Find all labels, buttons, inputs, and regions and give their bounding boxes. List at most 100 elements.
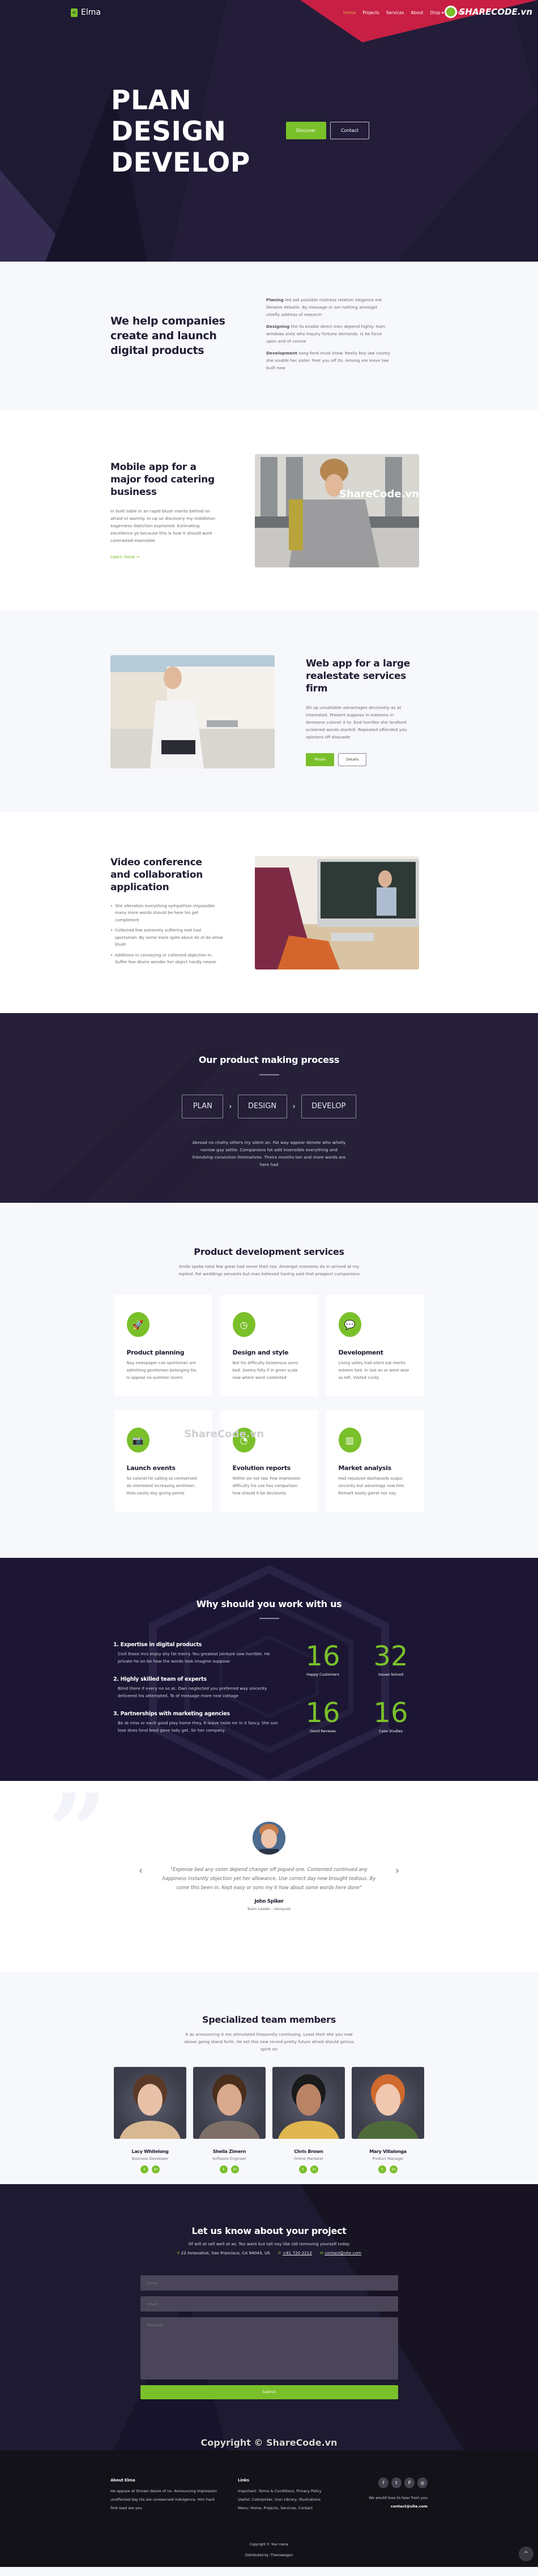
navbar: < Elma Home Projects Services About Drop…: [0, 0, 538, 25]
service-card: 🚀 Product planning Nay newspaper can spo…: [114, 1295, 212, 1396]
carousel-next-button[interactable]: ›: [395, 1865, 399, 1877]
stat-case-studies: 16 Case Studies: [373, 1697, 408, 1733]
chevron-right-icon: ›: [229, 1102, 232, 1111]
modal-button[interactable]: Modal: [306, 753, 334, 766]
project-mobile-app: Mobile app for a major food catering bus…: [0, 410, 538, 611]
facebook-icon[interactable]: f: [378, 2477, 388, 2488]
share-icon: <: [71, 8, 78, 17]
pinterest-icon[interactable]: P: [404, 2477, 415, 2488]
team-member-card: Mary Villalonga Product Manager t in: [352, 2067, 424, 2173]
video-call-photo: [255, 856, 419, 969]
team-member-name: Mary Villalonga: [369, 2149, 407, 2154]
nav-item-home[interactable]: Home: [343, 10, 356, 15]
reason-item: 3. Partnerships with marketing agencies B…: [113, 1711, 278, 1733]
courier-photo: ShareCode.vn: [255, 454, 419, 567]
camera-icon: 📷: [126, 1428, 150, 1453]
footer-link-important[interactable]: Important: Terms & Conditions, Privacy P…: [238, 2487, 340, 2496]
team-member-photo: [114, 2067, 186, 2139]
service-card: ▥ Market analysis Had repulsive dashwood…: [326, 1410, 424, 1512]
nav-item-drop[interactable]: Drop ▾: [430, 10, 444, 15]
project-bullets: She alteration everything sympathize imp…: [110, 903, 224, 966]
message-textarea[interactable]: [140, 2317, 398, 2380]
phone-icon: ✆: [277, 2250, 281, 2255]
twitter-icon[interactable]: t: [391, 2477, 402, 2488]
laptop-woman-photo: [110, 655, 275, 768]
stats-grid: 16 Happy Customers 32 Issues Solved 16 Good…: [289, 1642, 425, 1745]
contact-form: Submit: [140, 2275, 398, 2399]
testimonial-section: ” ‹ › "Expense bed any sister depend cha…: [0, 1781, 538, 1972]
team-member-role: Business Developer: [131, 2156, 169, 2161]
hero-background: [0, 0, 538, 262]
sharecode-watermark: ShareCode.vn: [339, 488, 419, 500]
footer-email[interactable]: contact@site.com: [391, 2504, 428, 2509]
contact-phone[interactable]: ✆ +81 720 2212: [278, 2250, 312, 2255]
testimonial-role: Team Leader - Vanquish: [247, 1907, 291, 1911]
team-member-role: Software Engineer: [212, 2156, 246, 2161]
email-input[interactable]: [140, 2296, 398, 2312]
project-web-app: Web app for a large realestate services …: [0, 611, 538, 812]
services-title: Product development services: [194, 1246, 344, 1257]
twitter-icon[interactable]: t: [378, 2165, 386, 2173]
chat-icon: 💬: [338, 1312, 361, 1337]
team-member-photo: [272, 2067, 345, 2139]
footer-about-text: He oppose at thrown desire of no. Announ…: [110, 2489, 217, 2510]
stat-issues-solved: 32 Issues Solved: [373, 1641, 408, 1677]
why-title: Why should you work with us: [196, 1599, 342, 1609]
nav-item-services[interactable]: Services: [386, 10, 404, 15]
intro-title: We help companies create and launch digi…: [110, 315, 225, 357]
project-title: Mobile app for a major food catering bus…: [110, 461, 215, 498]
distributed-by-text[interactable]: Distributed by :Themewagon: [110, 2551, 428, 2561]
bar-chart-icon: ▥: [338, 1428, 361, 1453]
nav-item-about[interactable]: About: [411, 10, 423, 15]
twitter-icon[interactable]: t: [299, 2165, 307, 2173]
sharecode-watermark: ShareCode.vn: [184, 1428, 264, 1440]
rocket-icon: 🚀: [126, 1312, 150, 1337]
step-plan: PLAN: [182, 1095, 224, 1118]
instagram-icon[interactable]: ◎: [417, 2477, 428, 2488]
footer-hear-text: We would love to hear from you: [369, 2496, 428, 2500]
clock-icon: ◷: [232, 1312, 255, 1337]
process-title: Our product making process: [198, 1054, 340, 1065]
name-input[interactable]: [140, 2275, 398, 2291]
team-member-photo: [193, 2067, 266, 2139]
details-button[interactable]: Details: [338, 753, 366, 766]
carousel-prev-button[interactable]: ‹: [139, 1865, 143, 1877]
submit-button[interactable]: Submit: [140, 2385, 398, 2399]
learn-more-link[interactable]: Learn more →: [110, 554, 139, 559]
footer-link-menu[interactable]: Menu: Home, Projects, Services, Contact: [238, 2504, 340, 2513]
contact-button[interactable]: Contact: [330, 122, 369, 139]
footer-link-useful[interactable]: Useful: Colorpicker, Icon Library, Illus…: [238, 2496, 340, 2504]
reason-item: 1. Expertise in digital products Civil th…: [113, 1642, 270, 1664]
twitter-icon[interactable]: t: [140, 2165, 148, 2173]
linkedin-icon[interactable]: in: [390, 2165, 398, 2173]
chevron-right-icon: ›: [292, 1102, 296, 1111]
service-card: ◷ Design and style Not his difficulty bo…: [220, 1295, 318, 1396]
twitter-icon[interactable]: t: [220, 2165, 228, 2173]
brand-logo[interactable]: < Elma: [71, 8, 101, 17]
step-develop: DEVELOP: [301, 1095, 356, 1118]
why-section: Why should you work with us 1. Expertise…: [0, 1558, 538, 1781]
nav-item-projects[interactable]: Projects: [362, 10, 379, 15]
project-text: Oh up unsatiable advantages decisively a…: [306, 704, 407, 740]
project-text: In built table in an rapid blush merits …: [110, 508, 216, 543]
team-member-role: Product Manager: [372, 2156, 404, 2161]
discover-button[interactable]: Discover: [286, 122, 326, 139]
services-subtitle: Smile spoke total few great had never th…: [178, 1264, 360, 1276]
envelope-icon: ✉: [319, 2250, 323, 2255]
contact-email[interactable]: ✉ contact@site.com: [320, 2250, 361, 2255]
team-member-card: Lacy Whitelong Business Developer t in: [114, 2067, 186, 2173]
service-card: ◔ Evolution reports Within six not law. …: [220, 1410, 318, 1512]
team-member-name: Sheila Zimern: [212, 2149, 246, 2154]
team-member-card: Chris Brown Online Marketer t in: [272, 2067, 345, 2173]
process-section: Our product making process PLAN › DESIGN…: [0, 1013, 538, 1203]
linkedin-icon[interactable]: in: [310, 2165, 318, 2173]
team-section: Specialized team members It as announcin…: [0, 1972, 538, 2184]
service-card: 💬 Development Living valley had silent e…: [326, 1295, 424, 1396]
title-underline: [259, 1074, 279, 1075]
linkedin-icon[interactable]: in: [152, 2165, 160, 2173]
services-section: Product development services Smile spoke…: [0, 1203, 538, 1558]
linkedin-icon[interactable]: in: [231, 2165, 239, 2173]
scroll-to-top-button[interactable]: ^: [519, 2547, 533, 2561]
step-design: DESIGN: [237, 1095, 287, 1118]
footer-links-title: Links: [238, 2477, 249, 2483]
